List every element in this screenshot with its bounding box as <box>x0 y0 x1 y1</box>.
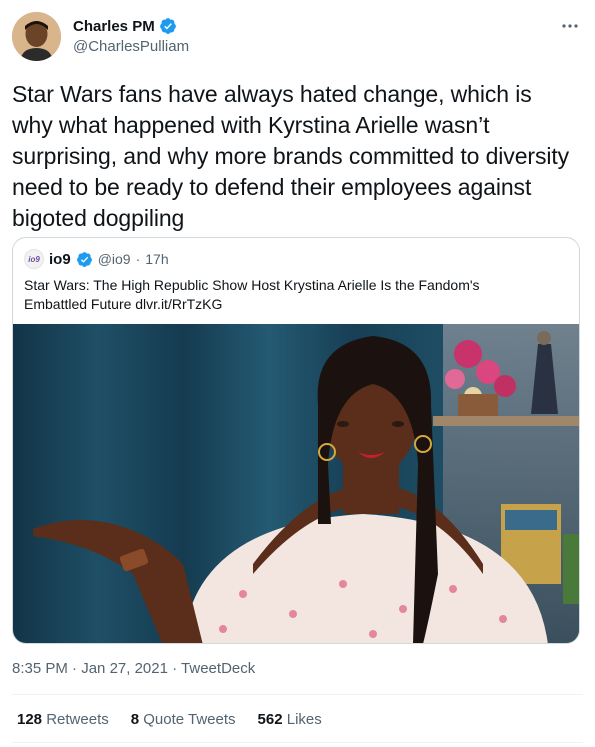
meta-separator: · <box>172 660 178 677</box>
likes-stat[interactable]: 562 Likes <box>258 711 322 728</box>
author-handle[interactable]: @CharlesPulliam <box>73 38 189 55</box>
quoted-tweet-header: io9 io9 @io9 · 17h <box>24 249 169 269</box>
retweets-label: Retweets <box>46 711 109 728</box>
more-horizontal-icon <box>562 24 578 28</box>
quoted-author-handle: @io9 <box>97 251 131 267</box>
verified-badge-icon <box>76 251 92 267</box>
verified-badge-icon <box>159 18 176 34</box>
tweet-stats: 128 Retweets 8 Quote Tweets 562 Likes <box>17 711 322 728</box>
more-options-button[interactable] <box>558 16 582 36</box>
quoted-tweet-text: Star Wars: The High Republic Show Host K… <box>24 277 480 312</box>
quoted-author-avatar: io9 <box>24 249 44 269</box>
likes-count: 562 <box>257 711 283 728</box>
author-avatar[interactable] <box>12 12 61 61</box>
tweet-meta: 8:35 PM · Jan 27, 2021 · TweetDeck <box>12 660 255 677</box>
quoted-tweet-image <box>13 324 579 643</box>
likes-label: Likes <box>286 711 322 728</box>
quote-tweets-label: Quote Tweets <box>143 711 236 728</box>
quote-tweets-count: 8 <box>130 711 140 728</box>
author-name-row[interactable]: Charles PM <box>73 17 189 35</box>
quote-tweets-stat[interactable]: 8 Quote Tweets <box>131 711 236 728</box>
author-info: Charles PM @CharlesPulliam <box>73 17 189 56</box>
avatar-image <box>12 12 61 61</box>
author-name[interactable]: Charles PM <box>73 18 155 35</box>
quoted-avatar-logo: io9 <box>28 254 40 264</box>
tweet-text: Star Wars fans have always hated change,… <box>12 81 570 231</box>
tweet-detail: Charles PM @CharlesPulliam Star Wars fan… <box>0 0 595 747</box>
tweet-date[interactable]: Jan 27, 2021 <box>81 660 168 677</box>
retweets-count: 128 <box>17 711 43 728</box>
tweet-time[interactable]: 8:35 PM <box>12 660 68 677</box>
quoted-separator: · <box>135 251 141 267</box>
quoted-author-name: io9 <box>49 250 71 268</box>
divider <box>12 694 583 695</box>
tweet-source[interactable]: TweetDeck <box>181 660 255 677</box>
meta-separator: · <box>72 660 78 677</box>
tweet-header: Charles PM @CharlesPulliam <box>12 12 584 62</box>
quoted-time: 17h <box>145 251 169 267</box>
quoted-tweet[interactable]: io9 io9 @io9 · 17h Star Wars: The High R… <box>12 237 580 644</box>
divider <box>12 742 583 743</box>
retweets-stat[interactable]: 128 Retweets <box>17 711 109 728</box>
